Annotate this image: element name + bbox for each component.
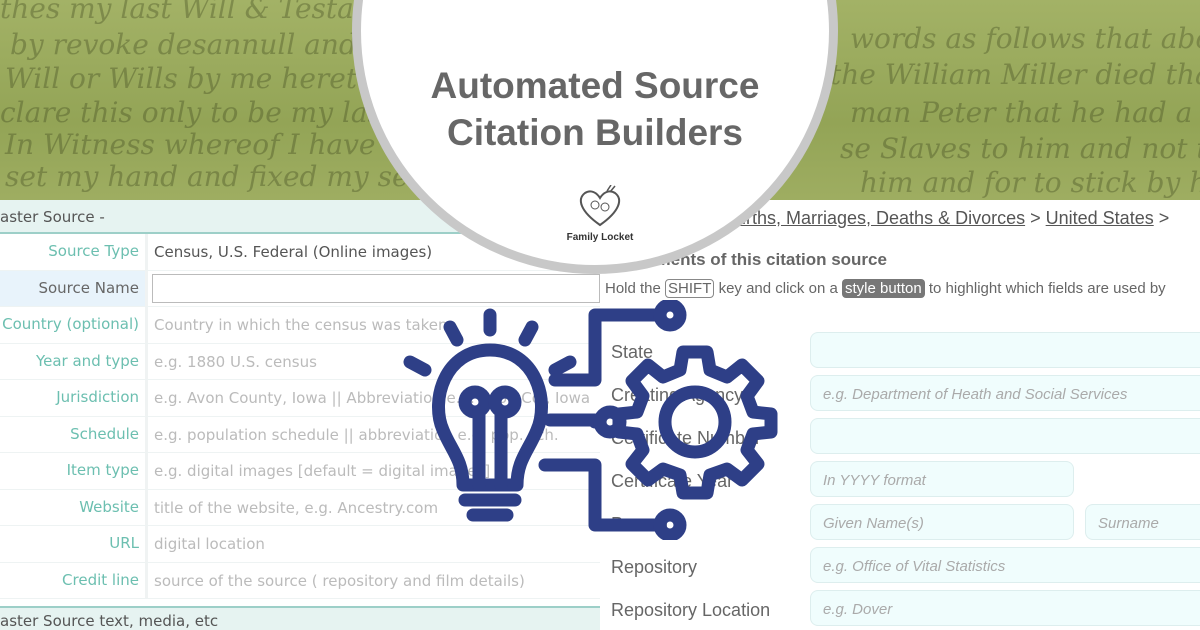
field-label: Credit line bbox=[0, 562, 148, 598]
field-input[interactable]: source of the source ( repository and fi… bbox=[148, 563, 600, 599]
title-line: Citation Builders bbox=[446, 112, 744, 153]
gear-icon bbox=[612, 345, 778, 500]
source-name-input[interactable] bbox=[152, 273, 600, 303]
field-input[interactable]: Given Name(s) bbox=[810, 504, 1074, 540]
breadcrumb-link[interactable]: United States bbox=[1046, 208, 1154, 228]
field-label: Country (optional) bbox=[0, 307, 148, 343]
field-label: Year and type bbox=[0, 343, 148, 379]
lightbulb-gear-circuit-icon bbox=[403, 300, 778, 540]
field-input[interactable]: In YYYY format bbox=[810, 461, 1074, 497]
script-line: se Slaves to him and not to be bbox=[840, 132, 1200, 165]
heart-locket-logo bbox=[579, 184, 621, 227]
field-label: Item type bbox=[0, 453, 148, 489]
field-input[interactable]: e.g. Dover bbox=[810, 590, 1200, 626]
breadcrumb-separator: > bbox=[1030, 208, 1041, 228]
breadcrumb-separator: > bbox=[1158, 208, 1170, 228]
breadcrumb: Births, Marriages, Deaths & Divorces > U… bbox=[730, 208, 1169, 229]
field-label: Jurisdiction bbox=[0, 380, 148, 416]
field-input[interactable] bbox=[810, 332, 1200, 368]
logo-text: Family Locket bbox=[566, 232, 634, 243]
shift-key: SHIFT bbox=[665, 279, 715, 298]
script-line: the William Miller died that he bbox=[830, 58, 1200, 91]
field-input[interactable]: e.g. Department of Heath and Social Serv… bbox=[810, 375, 1200, 411]
script-line: him and for to stick by him bbox=[860, 166, 1200, 199]
form-row: Credit line source of the source ( reposi… bbox=[0, 562, 600, 599]
breadcrumb-link[interactable]: Births, Marriages, Deaths & Divorces bbox=[730, 208, 1025, 228]
field-label: Website bbox=[0, 489, 148, 525]
field-label: Schedule bbox=[0, 416, 148, 452]
field-label: Source Name bbox=[0, 270, 148, 306]
script-line: clare this only to be my last bbox=[0, 96, 394, 129]
field-input[interactable] bbox=[810, 418, 1200, 454]
script-line: words as follows that about bbox=[850, 22, 1200, 55]
title-line: Automated Source bbox=[430, 65, 760, 106]
form-footer: aster Source text, media, etc bbox=[0, 606, 600, 630]
hint-part: Hold the bbox=[605, 280, 661, 297]
banner-title: Automated Source Citation Builders bbox=[352, 62, 838, 156]
family-locket-logo: Family Locket bbox=[555, 184, 645, 243]
script-line: set my hand and fixed my seal bbox=[5, 160, 435, 193]
script-line: by revoke desannull and de bbox=[10, 28, 401, 61]
hint-text: Hold the SHIFT key and click on a style … bbox=[605, 279, 1166, 298]
style-button[interactable]: style button bbox=[841, 279, 925, 298]
field-label: Repository bbox=[611, 557, 698, 577]
field-label: Repository Location bbox=[611, 600, 771, 620]
hint-part: key and click on a bbox=[718, 280, 838, 297]
field-input[interactable]: e.g. Office of Vital Statistics bbox=[810, 547, 1200, 583]
script-line: In Witness whereof I have bbox=[5, 128, 376, 161]
script-line: man Peter that he had a lwo bbox=[850, 96, 1200, 129]
surname-input[interactable]: Surname bbox=[1085, 504, 1200, 540]
field-label: Source Type bbox=[0, 234, 148, 270]
field-label: URL bbox=[0, 526, 148, 562]
hint-part: to highlight which fields are used by bbox=[928, 280, 1166, 297]
